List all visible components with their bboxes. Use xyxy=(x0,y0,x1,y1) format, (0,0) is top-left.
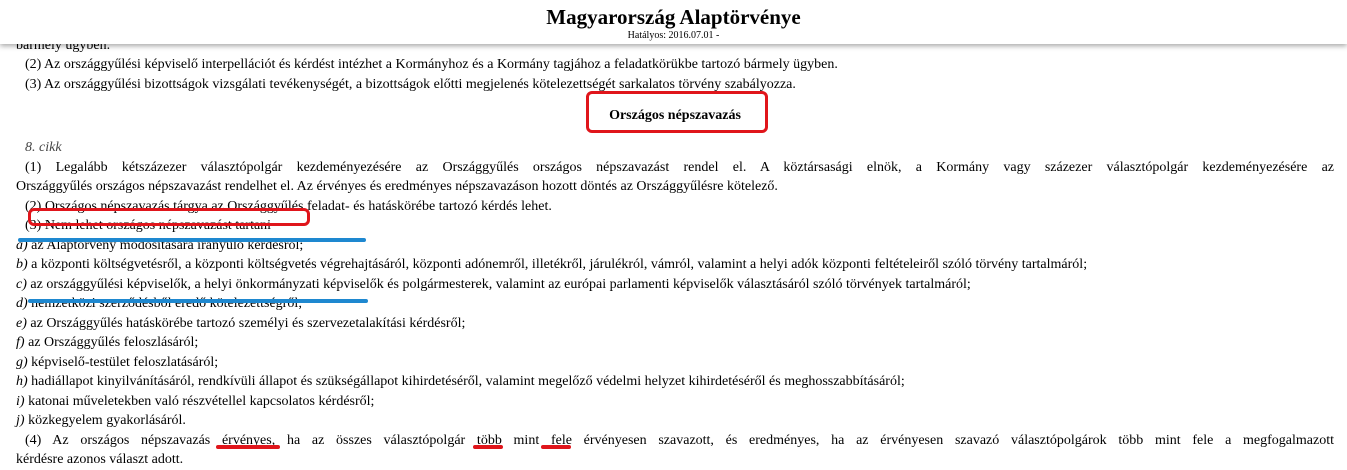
list-item: c) az országgyűlési képviselők, a helyi … xyxy=(16,275,1334,295)
list-item: e) az Országgyűlés hatáskörébe tartozó s… xyxy=(16,314,1334,334)
list-item: d) nemzetközi szerződésből eredő kötelez… xyxy=(16,294,1334,314)
list-letter: c) xyxy=(16,276,27,292)
list-item: h) hadiállapot kinyilvánításáról, rendkí… xyxy=(16,372,1334,392)
list-text: az országgyűlési képviselők, a helyi önk… xyxy=(26,276,971,292)
list-item: f) az Országgyűlés feloszlásáról; xyxy=(16,333,1334,353)
list-text: hadiállapot kinyilvánításáról, rendkívül… xyxy=(27,374,905,389)
paragraph-2: (2) Az országgyűlési képviselő interpell… xyxy=(25,57,838,72)
document-title: Magyarország Alaptörvénye xyxy=(546,5,801,29)
paragraph-3-highlight-box xyxy=(28,208,310,226)
item-d-underline xyxy=(28,299,368,303)
list-item: j) közkegyelem gyakorlásáról. xyxy=(16,411,1334,431)
list-letter: g) xyxy=(16,354,28,370)
list-item: b) a központi költségvetésről, a központ… xyxy=(16,255,1334,275)
list-letter: h) xyxy=(16,374,28,389)
tobb-underline xyxy=(473,445,503,449)
list-text: közkegyelem gyakorlásáról. xyxy=(24,413,186,428)
list-letter: i) xyxy=(16,393,25,409)
list-item: g) képviselő-testület feloszlatásáról; xyxy=(16,353,1334,373)
effective-date: Hatályos: 2016.07.01 - xyxy=(627,30,720,41)
document-header: Magyarország Alaptörvénye Hatályos: 2016… xyxy=(0,0,1347,44)
fele-underline xyxy=(541,445,571,449)
list-text: az Országgyűlés hatáskörébe tartozó szem… xyxy=(26,315,466,331)
list-letter: b) xyxy=(16,257,28,272)
article-paragraph-4-line-2: kérdésre azonos választ adott. xyxy=(16,452,184,467)
item-a-underline xyxy=(18,238,366,242)
list-text: az Országgyűlés feloszlásáról; xyxy=(24,335,199,350)
list-letter: e) xyxy=(16,315,27,331)
list-letter: j) xyxy=(16,413,25,428)
article-number: 8. cikk xyxy=(25,140,62,155)
list-text: képviselő-testület feloszlatásáról; xyxy=(27,354,219,370)
list-letter: f) xyxy=(16,335,25,350)
list-letter: d) xyxy=(16,296,28,311)
ervenyes-underline xyxy=(216,445,280,449)
list-text: a központi költségvetésről, a központi k… xyxy=(27,257,1088,272)
heading-highlight-box xyxy=(586,91,768,133)
article-paragraph-1-line-1: (1) Legalább kétszázezer választópolgár … xyxy=(25,159,1334,175)
list-text: katonai műveletekben való részvétellel k… xyxy=(24,393,375,409)
article-paragraph-1-line-2: Országgyűlés országos népszavazást rende… xyxy=(16,179,778,194)
list-item: i) katonai műveletekben való részvételle… xyxy=(16,392,1334,412)
article-paragraph-4-line-1: (4) Az országos népszavazás érvényes, ha… xyxy=(25,432,1334,448)
